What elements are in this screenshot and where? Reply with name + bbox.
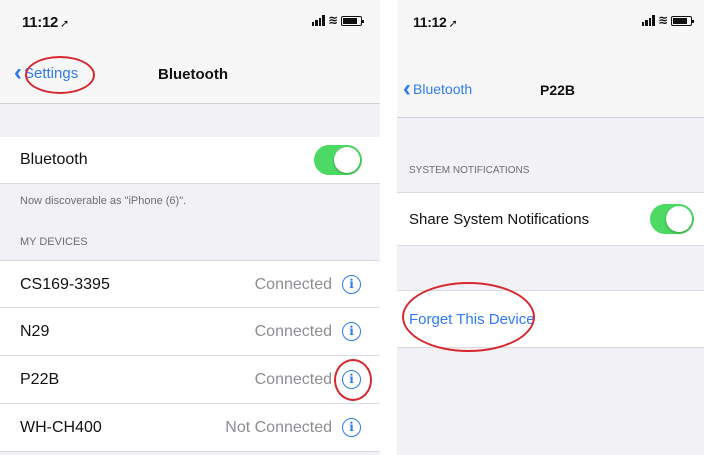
device-name: P22B — [20, 371, 60, 388]
page-title: Bluetooth — [158, 66, 228, 83]
forget-device-button[interactable]: Forget This Device — [409, 311, 535, 328]
device-row[interactable]: P22B Connected i — [0, 356, 380, 404]
device-name: WH-CH400 — [20, 419, 102, 436]
chevron-left-icon: ‹ — [14, 59, 22, 86]
back-label: Bluetooth — [413, 81, 473, 97]
bluetooth-label: Bluetooth — [20, 151, 88, 168]
bluetooth-toggle[interactable] — [314, 145, 362, 175]
battery-icon — [341, 15, 364, 26]
location-arrow-icon: ➚ — [448, 18, 458, 30]
status-time: 11:12 ➚ — [413, 14, 458, 30]
device-detail-screen: 11:12 ➚ ≋ ‹ Bluetooth P22B SYSTEM NOTIFIC… — [397, 0, 704, 455]
share-notifications-row: Share System Notifications — [397, 192, 704, 246]
section-header-system-notifications: SYSTEM NOTIFICATIONS — [409, 165, 530, 176]
battery-icon — [671, 15, 694, 26]
status-icons: ≋ — [641, 13, 694, 27]
device-name: CS169-3395 — [20, 276, 110, 293]
navigation-bar: ‹ Bluetooth P22B — [397, 42, 704, 118]
status-time: 11:12 ➚ — [22, 14, 69, 31]
status-icons: ≋ — [311, 13, 364, 27]
info-icon[interactable]: i — [342, 418, 361, 437]
bluetooth-settings-screen: 11:12 ➚ ≋ ‹ Settings Bluetooth Bluetooth … — [0, 0, 380, 455]
info-icon[interactable]: i — [342, 275, 361, 294]
section-header-my-devices: MY DEVICES — [20, 236, 88, 248]
share-notifications-toggle[interactable] — [650, 204, 694, 234]
discoverable-caption: Now discoverable as "iPhone (6)". — [20, 195, 187, 207]
status-bar: 11:12 ➚ ≋ — [0, 0, 380, 42]
navigation-bar: ‹ Settings Bluetooth — [0, 42, 380, 104]
back-button[interactable]: ‹ Settings — [14, 59, 79, 86]
page-title: P22B — [540, 82, 576, 98]
device-status: Connected — [254, 323, 332, 340]
share-notifications-label: Share System Notifications — [409, 211, 590, 228]
device-row[interactable]: WH-CH400 Not Connected i — [0, 404, 380, 452]
info-icon[interactable]: i — [342, 370, 361, 389]
device-status: Not Connected — [225, 419, 332, 436]
bluetooth-toggle-row: Bluetooth — [0, 137, 380, 184]
device-status: Connected — [254, 276, 332, 293]
chevron-left-icon: ‹ — [403, 75, 411, 102]
wifi-icon: ≋ — [657, 13, 668, 27]
wifi-icon: ≋ — [327, 13, 338, 27]
cellular-signal-icon — [311, 15, 325, 26]
location-arrow-icon: ➚ — [60, 18, 69, 30]
back-label: Settings — [24, 64, 79, 82]
info-icon[interactable]: i — [342, 322, 361, 341]
device-name: N29 — [20, 323, 50, 340]
device-status: Connected — [254, 371, 332, 388]
cellular-signal-icon — [641, 15, 655, 26]
device-row[interactable]: CS169-3395 Connected i — [0, 260, 380, 308]
device-row[interactable]: N29 Connected i — [0, 308, 380, 356]
status-bar: 11:12 ➚ ≋ — [397, 0, 704, 42]
back-button[interactable]: ‹ Bluetooth — [403, 75, 473, 102]
